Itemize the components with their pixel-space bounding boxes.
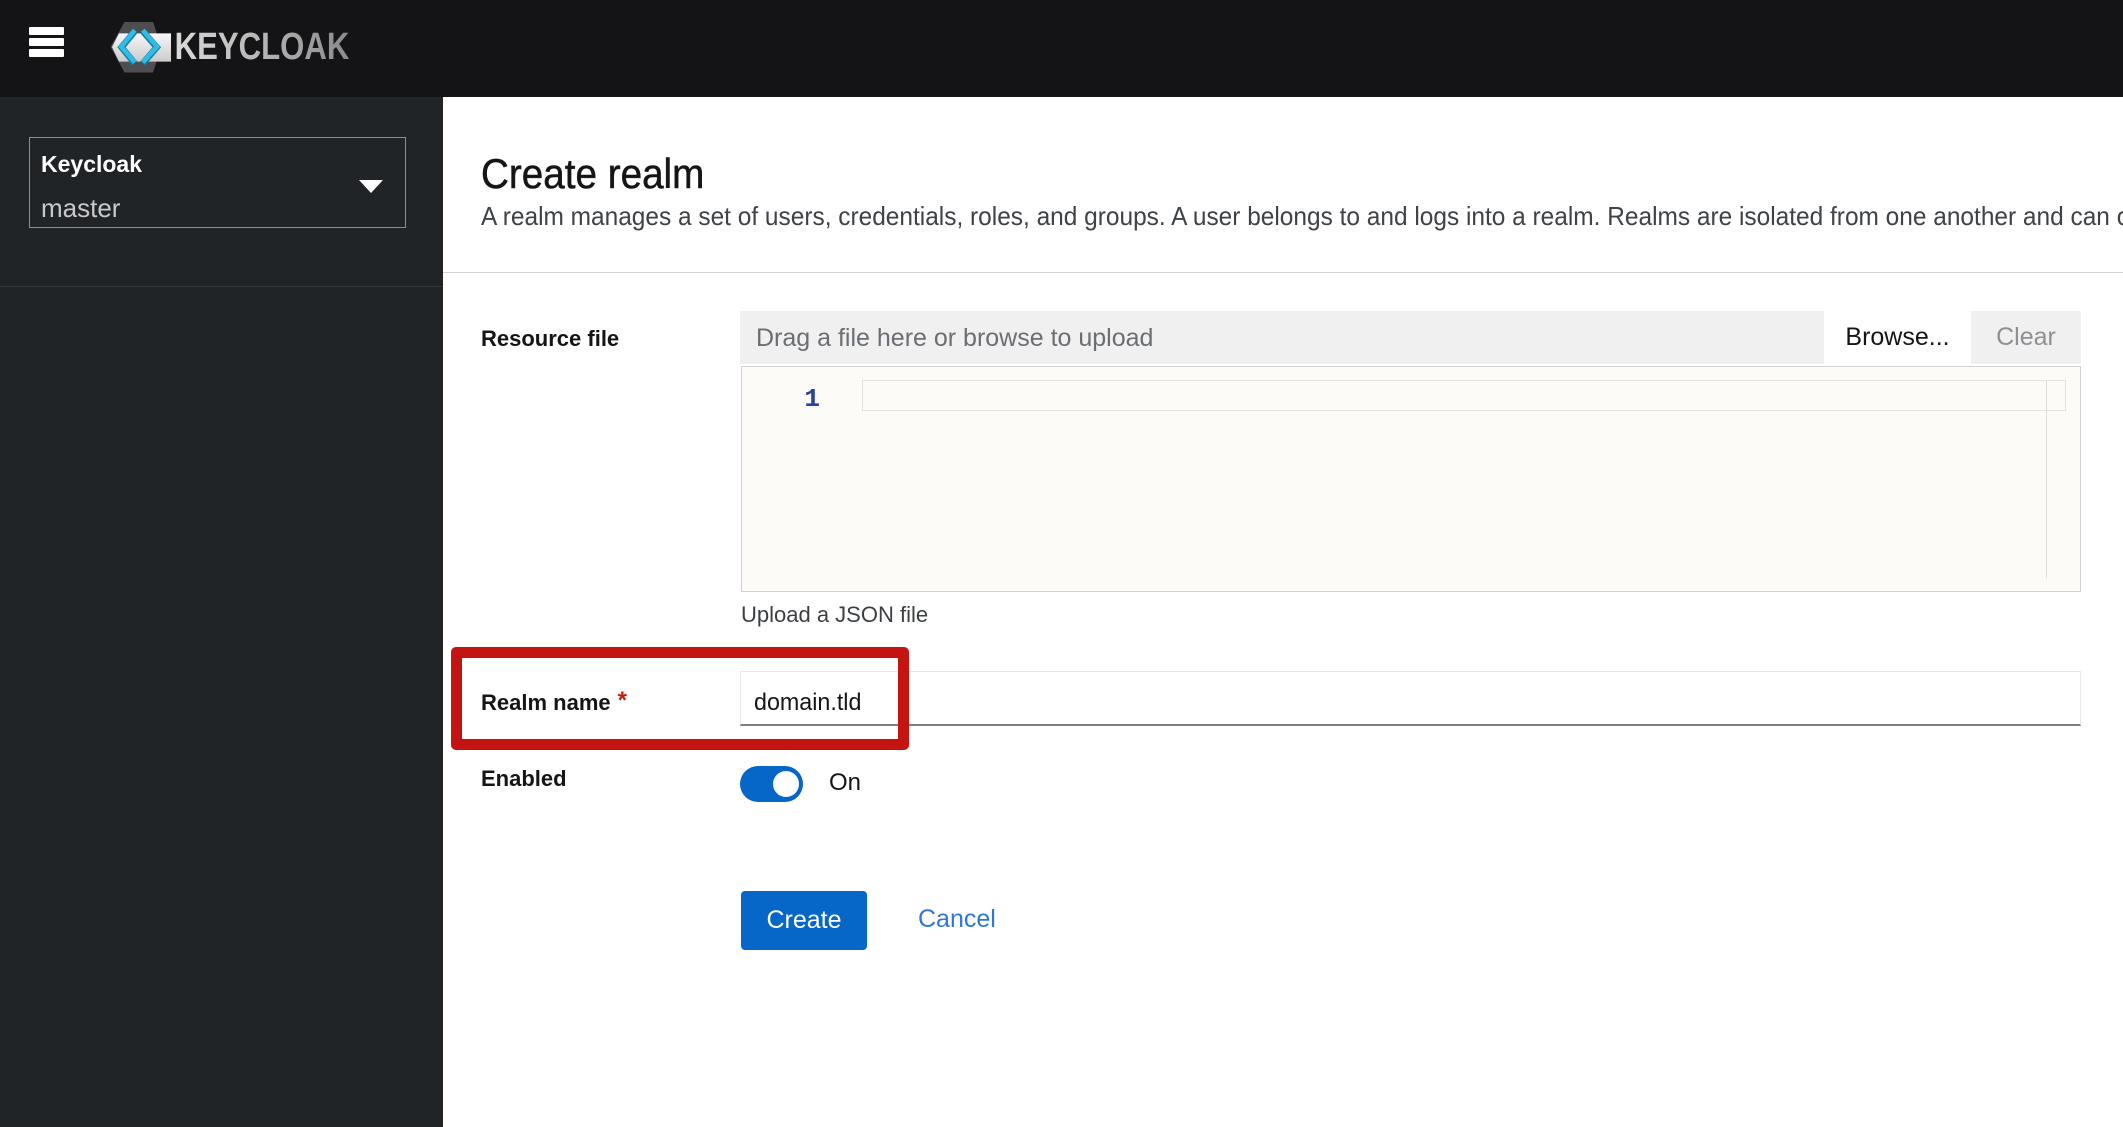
svg-text:KEYCLOAK: KEYCLOAK (175, 26, 350, 68)
